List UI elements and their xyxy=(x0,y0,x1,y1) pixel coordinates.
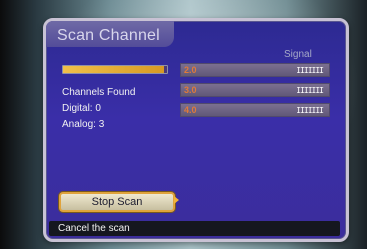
help-text: Cancel the scan xyxy=(58,223,130,234)
scan-progress-fill xyxy=(63,66,164,73)
title-bar: Scan Channel xyxy=(46,21,174,47)
channel-number: 2.0 xyxy=(184,65,197,75)
analog-count: Analog: 3 xyxy=(62,119,105,130)
scan-stats: Channels Found Digital: 0 Analog: 3 xyxy=(62,85,135,133)
scan-progress-bar xyxy=(62,65,168,74)
found-channel-list: 2.0 IIIIIII 3.0 IIIIIII 4.0 IIIIIII xyxy=(180,63,330,123)
stop-scan-button[interactable]: Stop Scan xyxy=(59,192,175,212)
channel-row: 2.0 IIIIIII xyxy=(180,63,330,77)
signal-column-header: Signal xyxy=(284,49,312,60)
help-status-bar: Cancel the scan xyxy=(49,221,340,236)
signal-strength-indicator: IIIIIII xyxy=(296,65,324,75)
digital-count: Digital: 0 xyxy=(62,103,101,114)
triangle-right-icon xyxy=(174,196,179,204)
channels-found-label: Channels Found xyxy=(62,87,136,98)
channel-number: 3.0 xyxy=(184,85,197,95)
signal-strength-indicator: IIIIIII xyxy=(296,85,324,95)
channel-number: 4.0 xyxy=(184,105,197,115)
channel-row: 4.0 IIIIIII xyxy=(180,103,330,117)
signal-strength-indicator: IIIIIII xyxy=(296,105,324,115)
scan-channel-panel: Scan Channel Signal Channels Found Digit… xyxy=(43,18,349,242)
screen-title: Scan Channel xyxy=(57,27,160,44)
channel-row: 3.0 IIIIIII xyxy=(180,83,330,97)
